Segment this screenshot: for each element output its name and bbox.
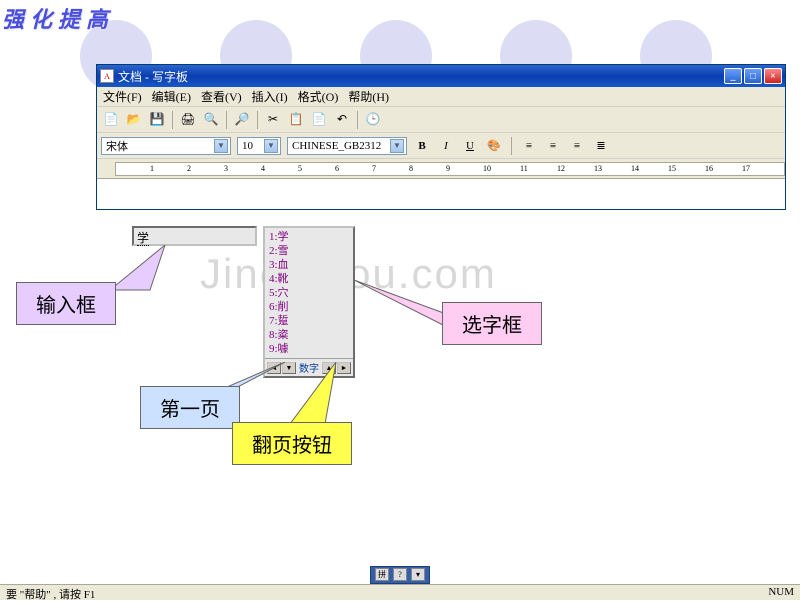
ruler-mark: 7	[372, 164, 376, 173]
status-bar: 要 "帮助" , 请按 F1 NUM	[0, 584, 800, 600]
charset-value: CHINESE_GB2312	[292, 140, 381, 152]
cut-icon[interactable]: ✂	[263, 110, 283, 130]
ruler-mark: 9	[446, 164, 450, 173]
candidate-item[interactable]: 6:削	[269, 300, 349, 314]
candidate-item[interactable]: 1:学	[269, 230, 349, 244]
open-icon[interactable]: 📂	[124, 110, 144, 130]
format-bar: 宋体 ▼ 10 ▼ CHINESE_GB2312 ▼ B I U 🎨 ≡ ≡ ≡…	[97, 133, 785, 159]
callout-input-box: 输入框	[16, 282, 116, 325]
ruler-mark: 12	[557, 164, 565, 173]
status-num: NUM	[768, 586, 794, 599]
ruler-mark: 3	[224, 164, 228, 173]
save-icon[interactable]: 💾	[147, 110, 167, 130]
bold-button[interactable]: B	[413, 137, 431, 155]
menu-help[interactable]: 帮助(H)	[348, 88, 389, 105]
page-title-decor: 强化提高	[2, 2, 114, 34]
underline-button[interactable]: U	[461, 137, 479, 155]
maximize-button[interactable]: □	[744, 68, 762, 84]
candidate-item[interactable]: 2:雪	[269, 244, 349, 258]
titlebar[interactable]: A 文档 - 写字板 _ □ ×	[97, 65, 785, 87]
font-size-value: 10	[242, 140, 253, 152]
undo-icon[interactable]: ↶	[332, 110, 352, 130]
ime-icon[interactable]: 拼	[375, 568, 389, 581]
align-right-icon[interactable]: ≡	[568, 137, 586, 155]
candidate-item[interactable]: 7:踅	[269, 314, 349, 328]
font-size-combo[interactable]: 10 ▼	[237, 137, 281, 155]
menu-file[interactable]: 文件(F)	[103, 88, 142, 105]
app-icon: A	[100, 69, 114, 83]
charset-combo[interactable]: CHINESE_GB2312 ▼	[287, 137, 407, 155]
ruler-mark: 14	[631, 164, 639, 173]
align-center-icon[interactable]: ≡	[544, 137, 562, 155]
ruler-mark: 15	[668, 164, 676, 173]
paste-icon[interactable]: 📄	[309, 110, 329, 130]
minimize-button[interactable]: _	[724, 68, 742, 84]
ruler-mark: 11	[520, 164, 528, 173]
wordpad-window: A 文档 - 写字板 _ □ × 文件(F) 编辑(E) 查看(V) 插入(I)…	[96, 64, 786, 210]
candidate-item[interactable]: 9:噱	[269, 342, 349, 356]
ime-candidate-box: 1:学2:雪3:血4:靴5:穴6:削7:踅8:粢9:噱 ◄ ▼ 数字 ▲ ►	[263, 226, 355, 378]
callout-page-button: 翻页按钮	[232, 422, 352, 465]
candidate-item[interactable]: 5:穴	[269, 286, 349, 300]
ruler-mark: 13	[594, 164, 602, 173]
copy-icon[interactable]: 📋	[286, 110, 306, 130]
callout-pointer	[110, 245, 170, 295]
menubar: 文件(F) 编辑(E) 查看(V) 插入(I) 格式(O) 帮助(H)	[97, 87, 785, 107]
edit-area[interactable]	[97, 179, 785, 209]
ruler[interactable]: 1234567891011121314151617	[97, 159, 785, 179]
menu-view[interactable]: 查看(V)	[201, 88, 242, 105]
close-button[interactable]: ×	[764, 68, 782, 84]
callout-first-page: 第一页	[140, 386, 240, 429]
ruler-mark: 16	[705, 164, 713, 173]
ruler-mark: 2	[187, 164, 191, 173]
new-icon[interactable]: 📄	[101, 110, 121, 130]
menu-edit[interactable]: 编辑(E)	[152, 88, 191, 105]
candidate-item[interactable]: 3:血	[269, 258, 349, 272]
ruler-mark: 1	[150, 164, 154, 173]
italic-button[interactable]: I	[437, 137, 455, 155]
ruler-mark: 6	[335, 164, 339, 173]
bullets-icon[interactable]: ≣	[592, 137, 610, 155]
status-help: 要 "帮助" , 请按 F1	[6, 586, 95, 599]
callout-pointer	[290, 362, 360, 426]
options-icon[interactable]: ▾	[411, 568, 425, 581]
font-name-combo[interactable]: 宋体 ▼	[101, 137, 231, 155]
ruler-mark: 17	[742, 164, 750, 173]
chevron-down-icon[interactable]: ▼	[264, 139, 278, 153]
font-name-value: 宋体	[106, 138, 128, 154]
datetime-icon[interactable]: 🕒	[363, 110, 383, 130]
ruler-mark: 5	[298, 164, 302, 173]
menu-format[interactable]: 格式(O)	[298, 88, 339, 105]
align-left-icon[interactable]: ≡	[520, 137, 538, 155]
toolbar: 📄 📂 💾 🖨 🔍 🔎 ✂ 📋 📄 ↶ 🕒	[97, 107, 785, 133]
window-title: 文档 - 写字板	[118, 68, 724, 85]
ime-input-box[interactable]: 学	[132, 226, 257, 246]
chevron-down-icon[interactable]: ▼	[214, 139, 228, 153]
menu-insert[interactable]: 插入(I)	[252, 88, 288, 105]
preview-icon[interactable]: 🔍	[201, 110, 221, 130]
candidate-item[interactable]: 4:靴	[269, 272, 349, 286]
chevron-down-icon[interactable]: ▼	[390, 139, 404, 153]
callout-pointer	[354, 280, 454, 330]
ruler-mark: 4	[261, 164, 265, 173]
color-button[interactable]: 🎨	[485, 137, 503, 155]
candidate-item[interactable]: 8:粢	[269, 328, 349, 342]
language-bar: 拼 ? ▾	[0, 566, 800, 584]
ime-input-text: 学	[137, 231, 149, 246]
print-icon[interactable]: 🖨	[178, 110, 198, 130]
ruler-mark: 8	[409, 164, 413, 173]
candidate-list: 1:学2:雪3:血4:靴5:穴6:削7:踅8:粢9:噱	[265, 228, 353, 358]
callout-select-box: 选字框	[442, 302, 542, 345]
find-icon[interactable]: 🔎	[232, 110, 252, 130]
ruler-mark: 10	[483, 164, 491, 173]
help-icon[interactable]: ?	[393, 568, 407, 581]
